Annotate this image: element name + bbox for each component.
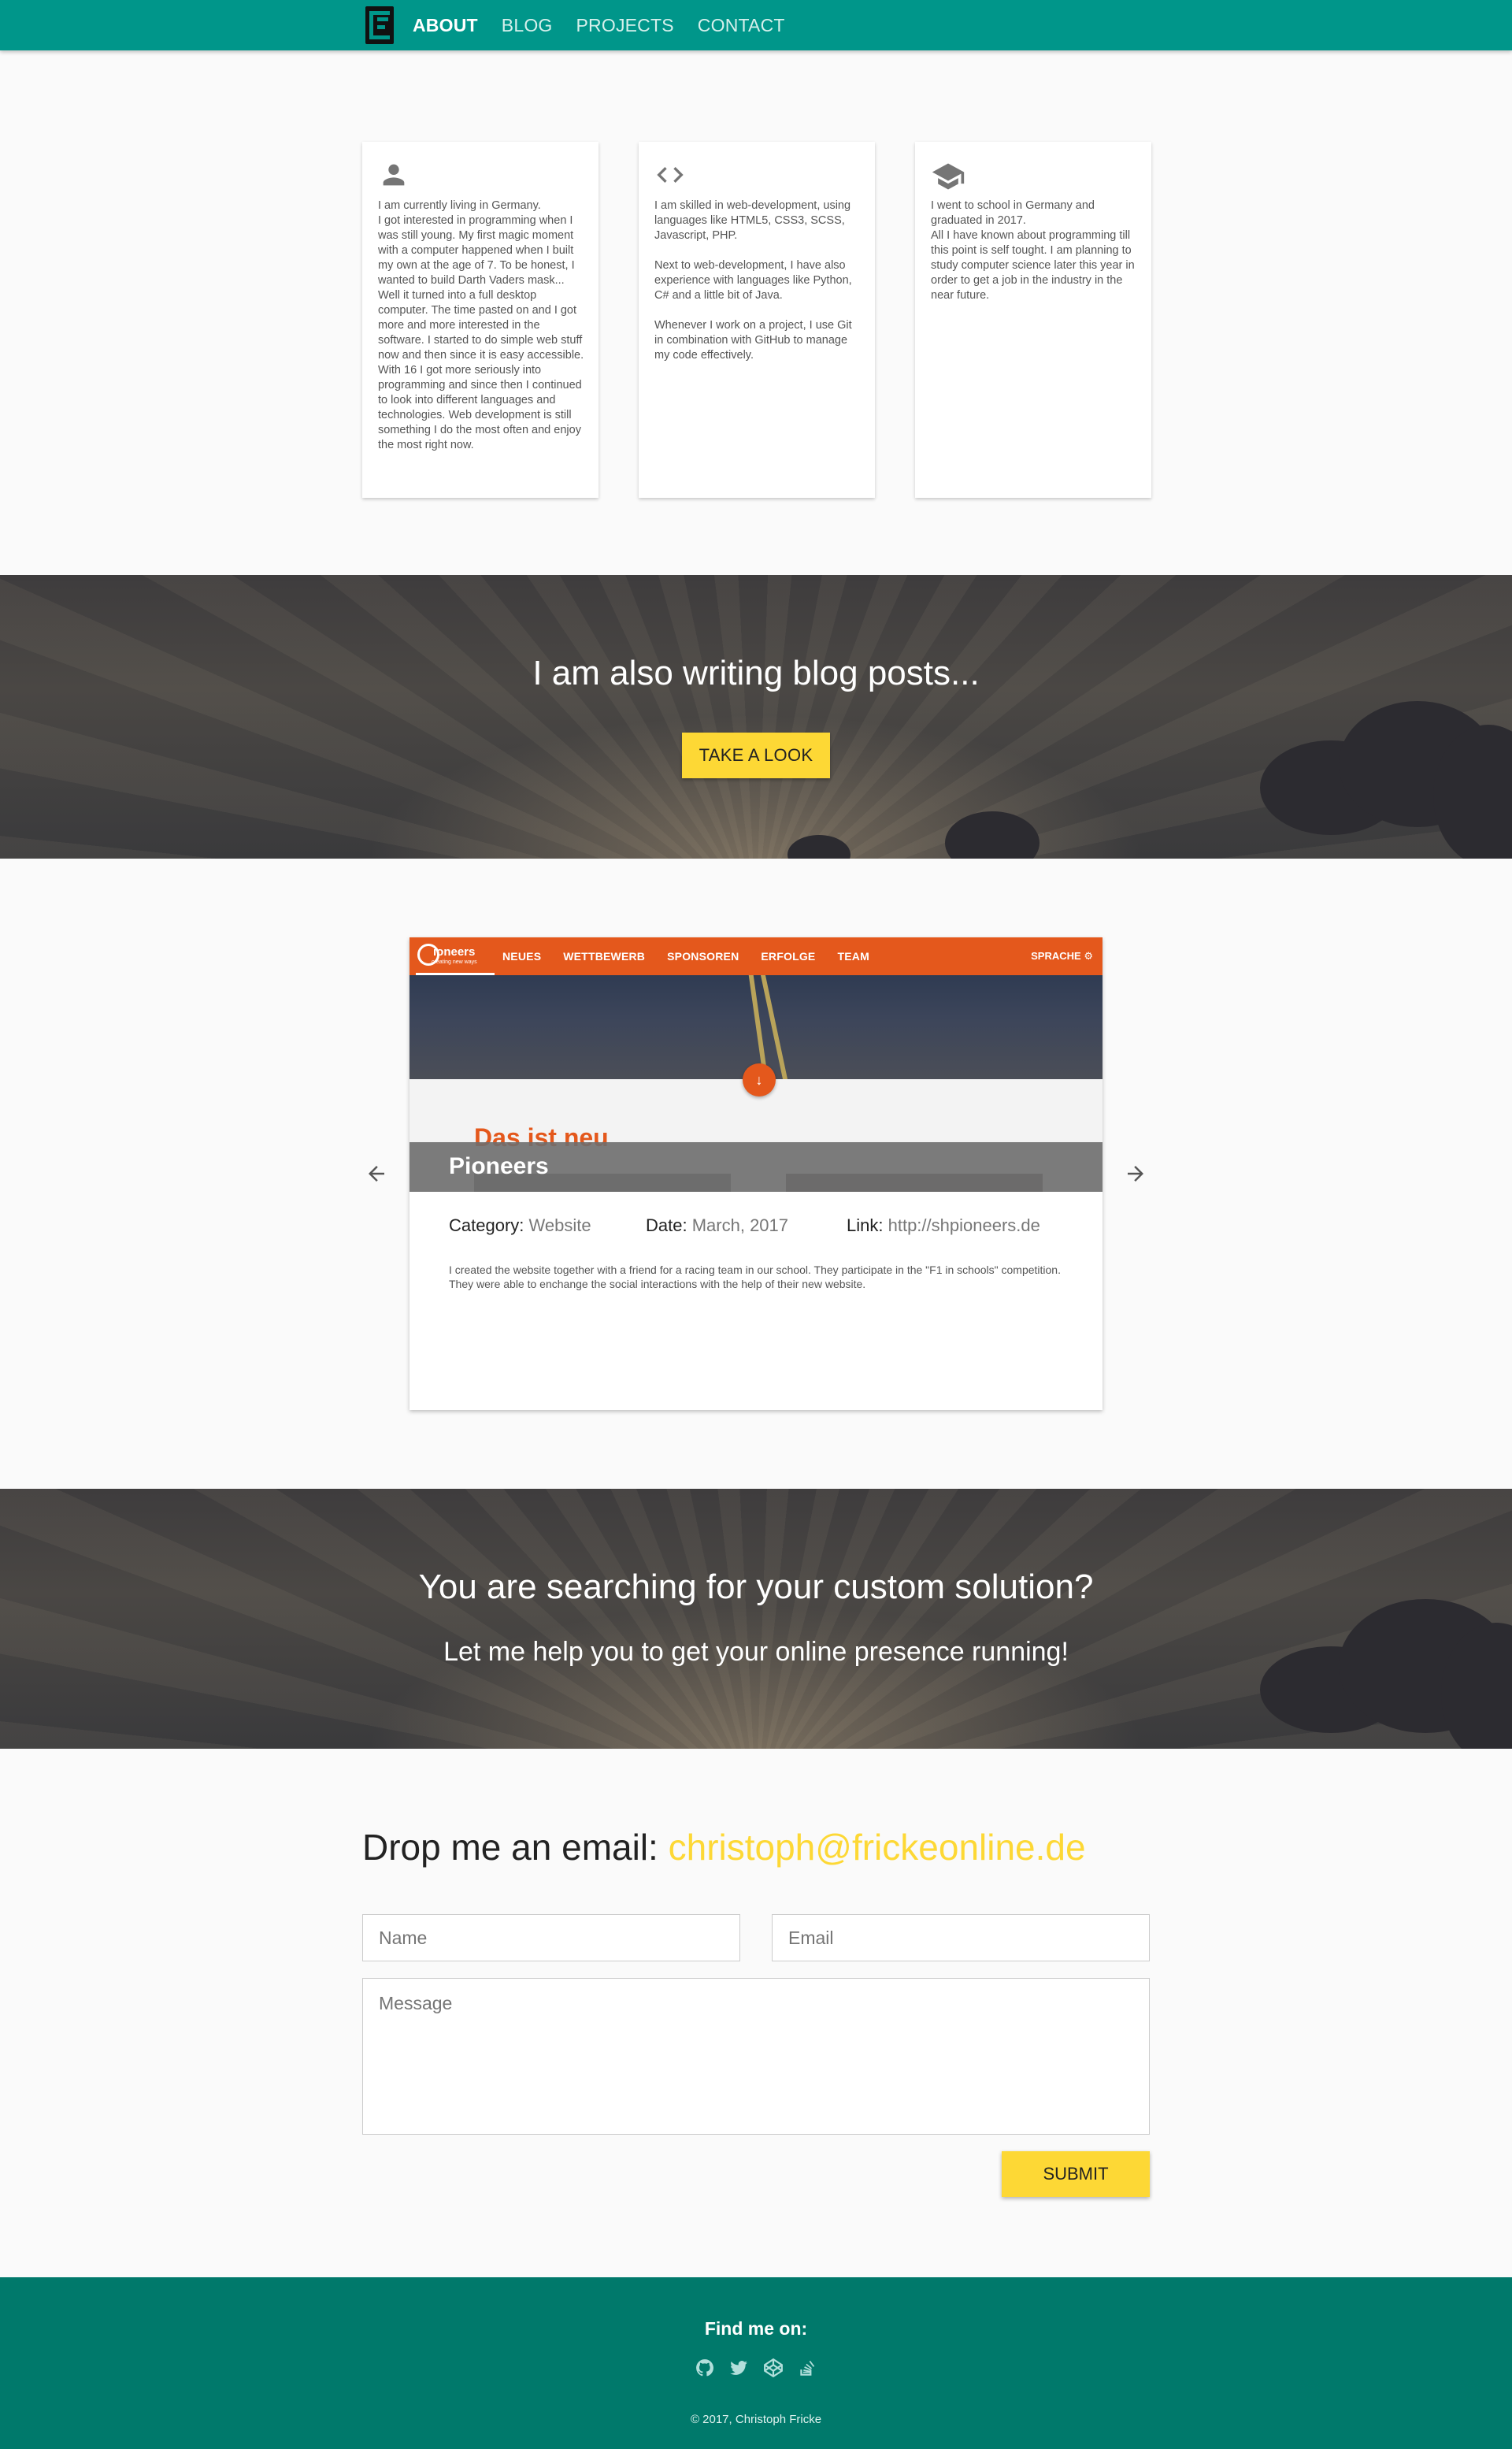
about-card-text: I went to school in Germany and graduate… <box>931 199 1135 302</box>
pioneers-logo: ioneers creating new ways <box>416 937 495 975</box>
code-icon <box>654 159 686 191</box>
screenshot-menu-item: NEUES <box>502 950 542 963</box>
carousel-prev-arrow-icon[interactable] <box>361 1158 392 1189</box>
person-icon <box>378 159 410 191</box>
nav-item-contact[interactable]: CONTACT <box>698 15 785 36</box>
project-card: ioneers creating new ways NEUES WETTBEWE… <box>410 937 1102 1410</box>
contact-title: Drop me an email: christoph@frickeonline… <box>362 1827 1086 1868</box>
about-card-education: I went to school in Germany and graduate… <box>915 142 1151 498</box>
solution-banner-subtitle: Let me help you to get your online prese… <box>443 1637 1069 1667</box>
nav-item-projects[interactable]: PROJECTS <box>576 15 674 36</box>
footer-copyright: © 2017, Christoph Fricke <box>690 2413 822 2426</box>
project-caption: Pioneers <box>410 1142 1102 1192</box>
take-a-look-button[interactable]: TAKE A LOOK <box>682 733 830 778</box>
screenshot-menu-item: TEAM <box>837 950 869 963</box>
project-category: Category: Website <box>449 1215 591 1235</box>
screenshot-navbar: ioneers creating new ways NEUES WETTBEWE… <box>410 937 1102 975</box>
about-cards: I am currently living in Germany. I got … <box>362 142 1151 498</box>
solution-banner-title: You are searching for your custom soluti… <box>418 1568 1094 1606</box>
screenshot-menu-item: WETTBEWERB <box>563 950 646 963</box>
about-card-living: I am currently living in Germany. I got … <box>362 142 598 498</box>
name-field[interactable] <box>362 1914 740 1961</box>
screenshot-menu-item: SPONSOREN <box>667 950 739 963</box>
project-link[interactable]: Link: http://shpioneers.de <box>847 1215 1040 1236</box>
pioneers-logo-text: ioneers <box>433 945 476 959</box>
codepen-icon[interactable] <box>762 2356 785 2380</box>
nav-item-about[interactable]: ABOUT <box>413 15 478 36</box>
project-description: I created the website together with a fr… <box>449 1263 1061 1290</box>
blog-banner-title: I am also writing blog posts... <box>532 654 980 692</box>
footer: Find me on: © 2017, Christoph Fricke <box>0 2277 1512 2449</box>
pioneers-logo-subtext: creating new ways <box>432 959 477 965</box>
project-meta: Category: Website Date: March, 2017 Link… <box>449 1215 1079 1239</box>
footer-find-label: Find me on: <box>704 2318 808 2339</box>
project-date: Date: March, 2017 <box>646 1215 789 1235</box>
twitter-icon[interactable] <box>727 2356 750 2380</box>
blog-banner: I am also writing blog posts... TAKE A L… <box>0 575 1512 859</box>
stackoverflow-icon[interactable] <box>795 2356 819 2380</box>
social-links <box>693 2356 819 2380</box>
contact-email-link[interactable]: christoph@frickeonline.de <box>669 1827 1086 1868</box>
github-icon[interactable] <box>693 2356 717 2380</box>
project-name: Pioneers <box>449 1153 549 1179</box>
screenshot-down-arrow-icon: ↓ <box>743 1063 776 1096</box>
solution-banner: You are searching for your custom soluti… <box>0 1489 1512 1749</box>
graduation-cap-icon <box>931 159 965 191</box>
screenshot-language: SPRACHE ⚙ <box>1031 950 1093 962</box>
top-navbar: ABOUT BLOG PROJECTS CONTACT <box>0 0 1512 50</box>
submit-button[interactable]: SUBMIT <box>1002 2151 1150 2197</box>
about-card-text: I am skilled in web-development, using l… <box>654 199 852 362</box>
carousel-next-arrow-icon[interactable] <box>1120 1158 1151 1189</box>
screenshot-menu-item: ERFOLGE <box>761 950 816 963</box>
message-field[interactable] <box>362 1978 1150 2135</box>
site-logo[interactable] <box>365 6 394 44</box>
email-field[interactable] <box>772 1914 1150 1961</box>
nav-item-blog[interactable]: BLOG <box>502 15 553 36</box>
about-card-skills: I am skilled in web-development, using l… <box>639 142 875 498</box>
about-card-text: I am currently living in Germany. I got … <box>378 199 584 451</box>
navbar-inner: ABOUT BLOG PROJECTS CONTACT <box>365 0 809 50</box>
